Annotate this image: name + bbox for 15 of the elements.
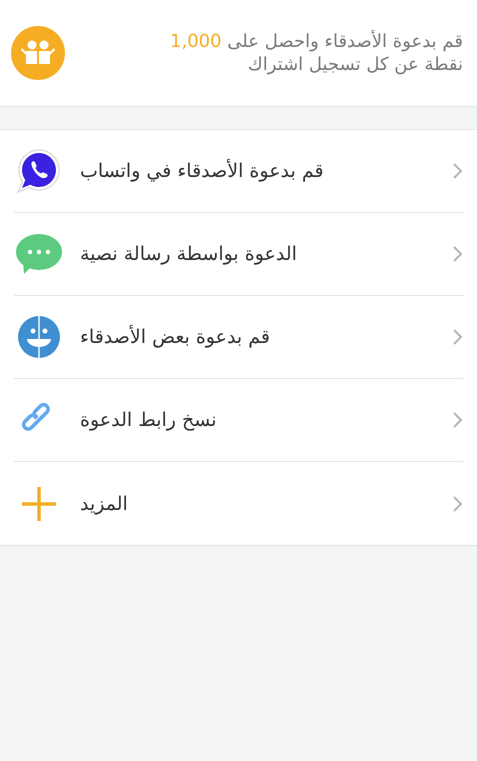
chevron-icon bbox=[451, 494, 463, 514]
phone-bubble-icon bbox=[16, 148, 62, 194]
option-label[interactable]: قم بدعوة بعض الأصدقاء bbox=[80, 326, 270, 348]
chevron-icon bbox=[451, 161, 463, 181]
smiley-icon bbox=[17, 315, 61, 359]
friends-icon bbox=[11, 26, 65, 80]
option-label[interactable]: نسخ رابط الدعوة bbox=[80, 409, 217, 431]
option-label[interactable]: الدعوة بواسطة رسالة نصية bbox=[80, 243, 297, 265]
chat-bubble-icon bbox=[16, 231, 62, 277]
chevron-icon bbox=[451, 410, 463, 430]
chevron-icon bbox=[451, 244, 463, 264]
option-label[interactable]: المزيد bbox=[80, 492, 128, 514]
option-label[interactable]: قم بدعوة الأصدقاء في واتساب bbox=[80, 160, 324, 182]
chevron-icon bbox=[451, 327, 463, 347]
plus-icon bbox=[21, 486, 57, 522]
